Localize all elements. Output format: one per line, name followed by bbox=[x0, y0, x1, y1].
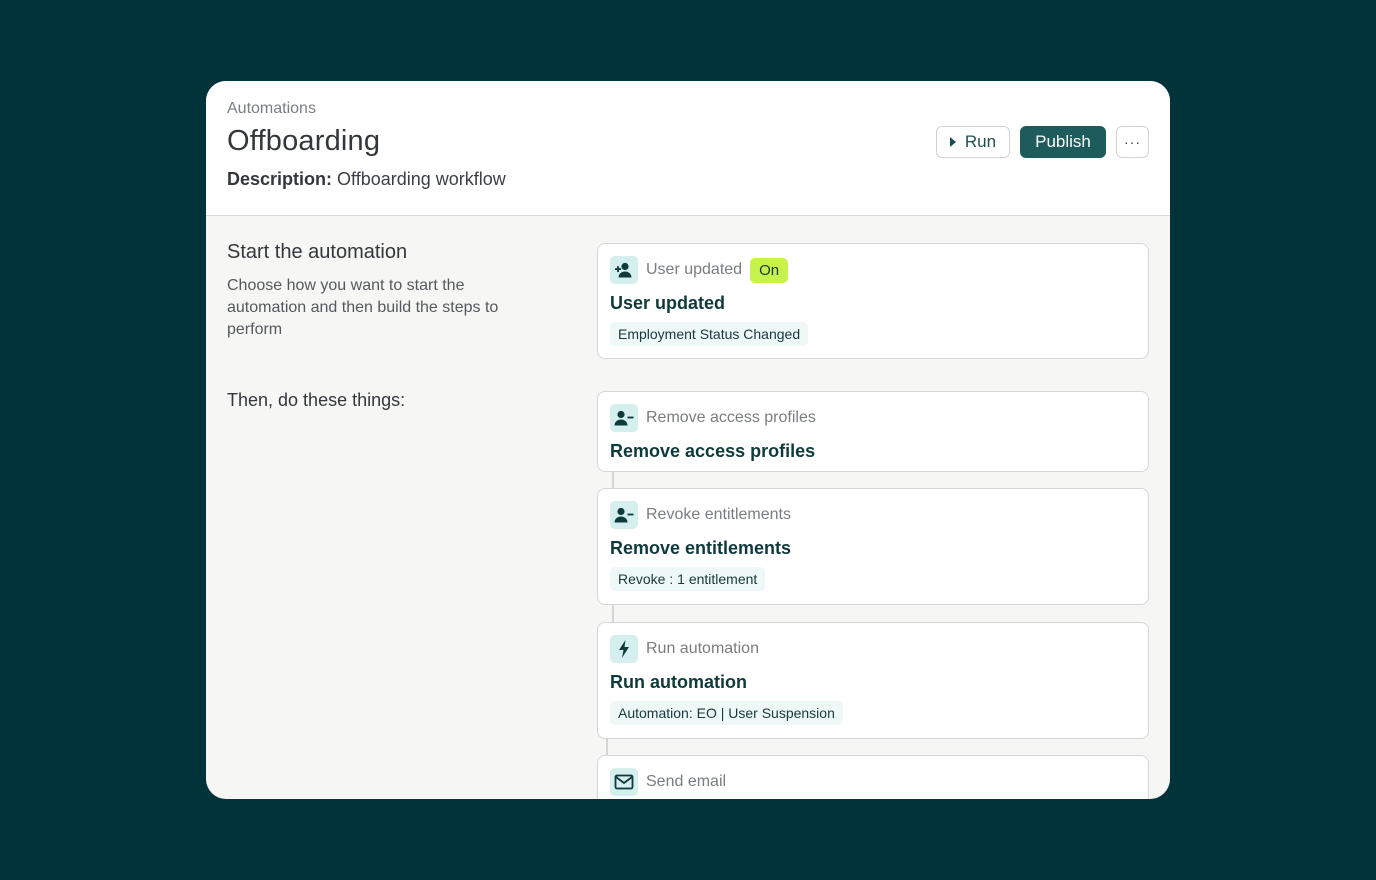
step-card-revoke-entitlements[interactable]: Revoke entitlements Remove entitlements … bbox=[597, 488, 1149, 605]
step-card-remove-access-profiles[interactable]: Remove access profiles Remove access pro… bbox=[597, 391, 1149, 472]
breadcrumb[interactable]: Automations bbox=[227, 100, 316, 118]
step-connector bbox=[612, 605, 614, 622]
step-card-header: Revoke entitlements bbox=[610, 501, 791, 529]
page-title: Offboarding bbox=[227, 125, 381, 157]
step-kind: Run automation bbox=[646, 640, 759, 657]
step-connector bbox=[606, 739, 608, 756]
step-card-run-automation[interactable]: Run automation Run automation Automation… bbox=[597, 622, 1149, 739]
trigger-title: User updated bbox=[610, 293, 726, 313]
more-icon: ··· bbox=[1124, 134, 1141, 150]
step-card-send-email[interactable]: Send email bbox=[597, 755, 1149, 799]
trigger-tag: Employment Status Changed bbox=[610, 322, 809, 346]
step-card-header: Send email bbox=[610, 768, 726, 796]
user-remove-icon bbox=[610, 501, 638, 529]
then-section-title: Then, do these things: bbox=[227, 390, 406, 410]
step-title: Remove access profiles bbox=[610, 441, 816, 461]
step-title: Run automation bbox=[610, 672, 747, 692]
step-title: Remove entitlements bbox=[610, 538, 792, 558]
lightning-icon bbox=[610, 635, 638, 663]
publish-button[interactable]: Publish bbox=[1020, 126, 1106, 158]
play-icon bbox=[949, 137, 956, 147]
start-section-title: Start the automation bbox=[227, 241, 408, 263]
run-button-label: Run bbox=[964, 132, 997, 151]
user-remove-icon bbox=[610, 404, 638, 432]
header-actions: Run Publish ··· bbox=[936, 126, 1149, 158]
run-button[interactable]: Run bbox=[936, 126, 1010, 158]
step-kind: Send email bbox=[646, 773, 727, 790]
step-tag: Revoke : 1 entitlement bbox=[610, 567, 766, 591]
trigger-card[interactable]: User updated On User updated Employment … bbox=[597, 243, 1149, 359]
step-kind: Revoke entitlements bbox=[646, 506, 791, 523]
status-badge: On bbox=[750, 257, 789, 283]
description-label: Description: bbox=[227, 169, 333, 189]
start-section-description: Choose how you want to start the automat… bbox=[227, 277, 499, 338]
description-value: Offboarding workflow bbox=[337, 169, 506, 189]
page-header: Automations Offboarding Description: Off… bbox=[206, 81, 1170, 216]
mail-icon bbox=[610, 768, 638, 796]
trigger-card-header: User updated On bbox=[610, 256, 789, 284]
automation-window: Automations Offboarding Description: Off… bbox=[206, 81, 1170, 799]
step-card-header: Remove access profiles bbox=[610, 404, 816, 432]
description: Description: Offboarding workflow bbox=[227, 169, 506, 190]
step-tag: Automation: EO | User Suspension bbox=[610, 701, 843, 725]
user-add-icon bbox=[610, 256, 638, 284]
step-card-header: Run automation bbox=[610, 635, 759, 663]
step-kind: Remove access profiles bbox=[646, 409, 816, 426]
more-options-button[interactable]: ··· bbox=[1116, 126, 1149, 158]
trigger-kind: User updated bbox=[646, 261, 743, 278]
step-connector bbox=[612, 472, 614, 489]
